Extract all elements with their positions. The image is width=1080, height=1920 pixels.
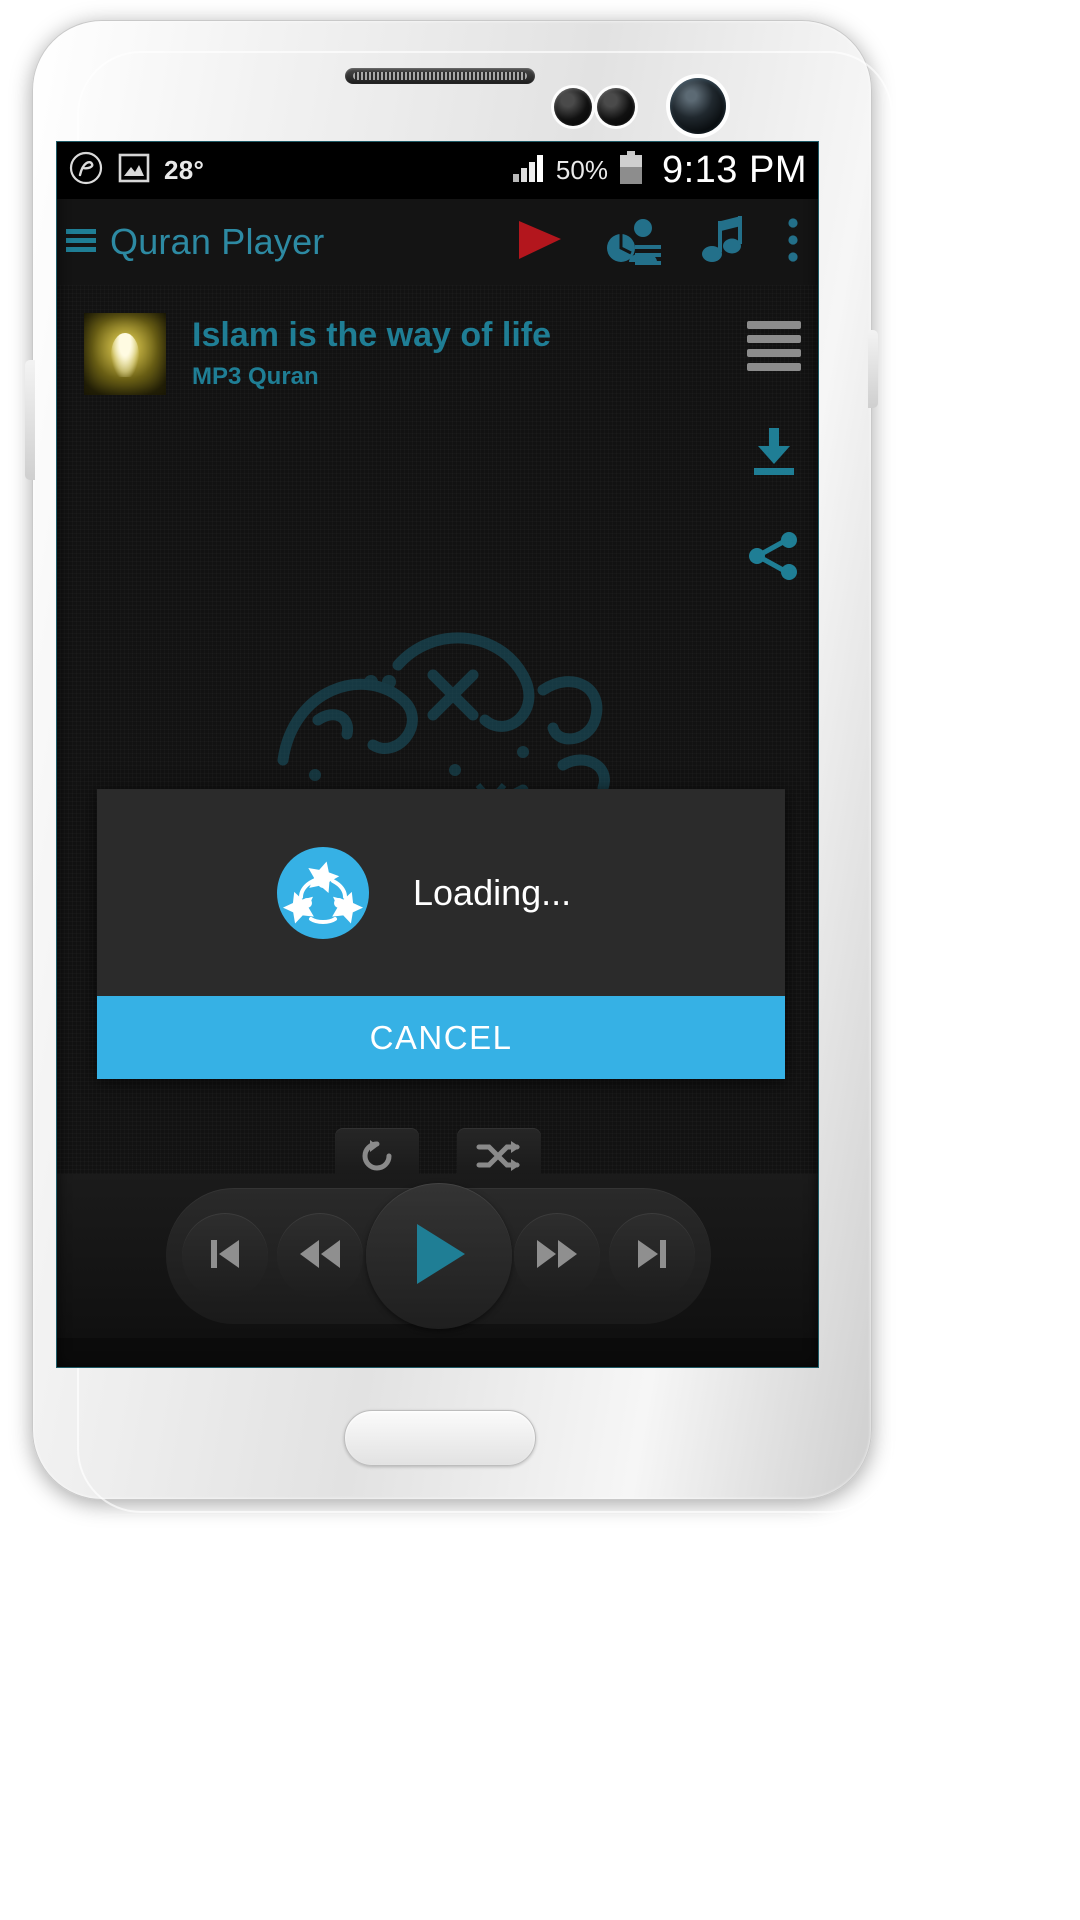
cancel-button[interactable]: CANCEL xyxy=(97,996,785,1079)
loading-spinner-stars-icon xyxy=(277,846,369,939)
music-note-icon[interactable] xyxy=(701,215,747,270)
right-action-rail xyxy=(747,319,801,586)
play-button[interactable] xyxy=(365,1183,512,1329)
transport-bar xyxy=(56,1174,819,1338)
dialog-body: Loading... xyxy=(97,789,785,996)
phone-screen: 28° 50% 9:13 PM Quran Player Islam is th… xyxy=(56,141,819,1368)
playlist-icon[interactable] xyxy=(747,319,801,376)
action-bar: Quran Player xyxy=(56,199,819,285)
track-text-block: Islam is the way of life MP3 Quran xyxy=(192,316,552,390)
play-video-icon[interactable] xyxy=(515,218,565,267)
front-camera-icon xyxy=(670,78,726,134)
signal-bars-icon xyxy=(512,153,546,188)
fast-forward-icon xyxy=(535,1236,579,1277)
skip-previous-icon xyxy=(205,1236,245,1277)
overflow-menu-icon[interactable] xyxy=(787,217,799,267)
circle-logo-icon xyxy=(68,150,104,191)
play-icon xyxy=(407,1220,471,1293)
rewind-button[interactable] xyxy=(276,1213,363,1299)
cancel-button-label: CANCEL xyxy=(369,1018,513,1056)
share-icon[interactable] xyxy=(747,531,801,586)
page-title: Quran Player xyxy=(110,221,325,262)
previous-track-button[interactable] xyxy=(182,1213,268,1299)
status-bar: 28° 50% 9:13 PM xyxy=(56,141,819,199)
transport-controls xyxy=(166,1183,711,1329)
proximity-sensor-icon xyxy=(554,88,592,126)
temperature-text: 28° xyxy=(164,154,205,185)
earpiece-speaker xyxy=(345,68,535,84)
battery-icon xyxy=(618,150,644,190)
battery-percent-text: 50% xyxy=(555,154,608,185)
download-icon[interactable] xyxy=(748,426,800,481)
track-subtitle: MP3 Quran xyxy=(192,362,319,390)
fast-forward-button[interactable] xyxy=(514,1213,601,1299)
volume-button[interactable] xyxy=(25,360,35,480)
next-track-button[interactable] xyxy=(609,1213,695,1299)
now-playing-info: Islam is the way of life MP3 Quran xyxy=(84,313,551,395)
rewind-icon xyxy=(298,1236,342,1277)
loading-dialog: Loading... CANCEL xyxy=(97,789,785,1079)
action-bar-icons xyxy=(515,215,809,270)
power-button[interactable] xyxy=(868,330,878,408)
image-icon xyxy=(118,153,150,188)
skip-next-icon xyxy=(632,1236,672,1277)
home-button[interactable] xyxy=(344,1410,536,1466)
hamburger-menu-icon[interactable] xyxy=(66,225,96,260)
player-content: Islam is the way of life MP3 Quran Loadi… xyxy=(56,285,819,1338)
track-title: Islam is the way of life xyxy=(192,316,552,355)
loading-message: Loading... xyxy=(413,871,572,913)
status-bar-left: 28° xyxy=(68,150,204,191)
light-sensor-icon xyxy=(597,88,635,126)
status-bar-right: 50% 9:13 PM xyxy=(512,149,807,192)
clock-text: 9:13 PM xyxy=(661,148,807,191)
album-art-thumbnail xyxy=(84,313,166,395)
reciter-list-icon[interactable] xyxy=(605,215,661,270)
